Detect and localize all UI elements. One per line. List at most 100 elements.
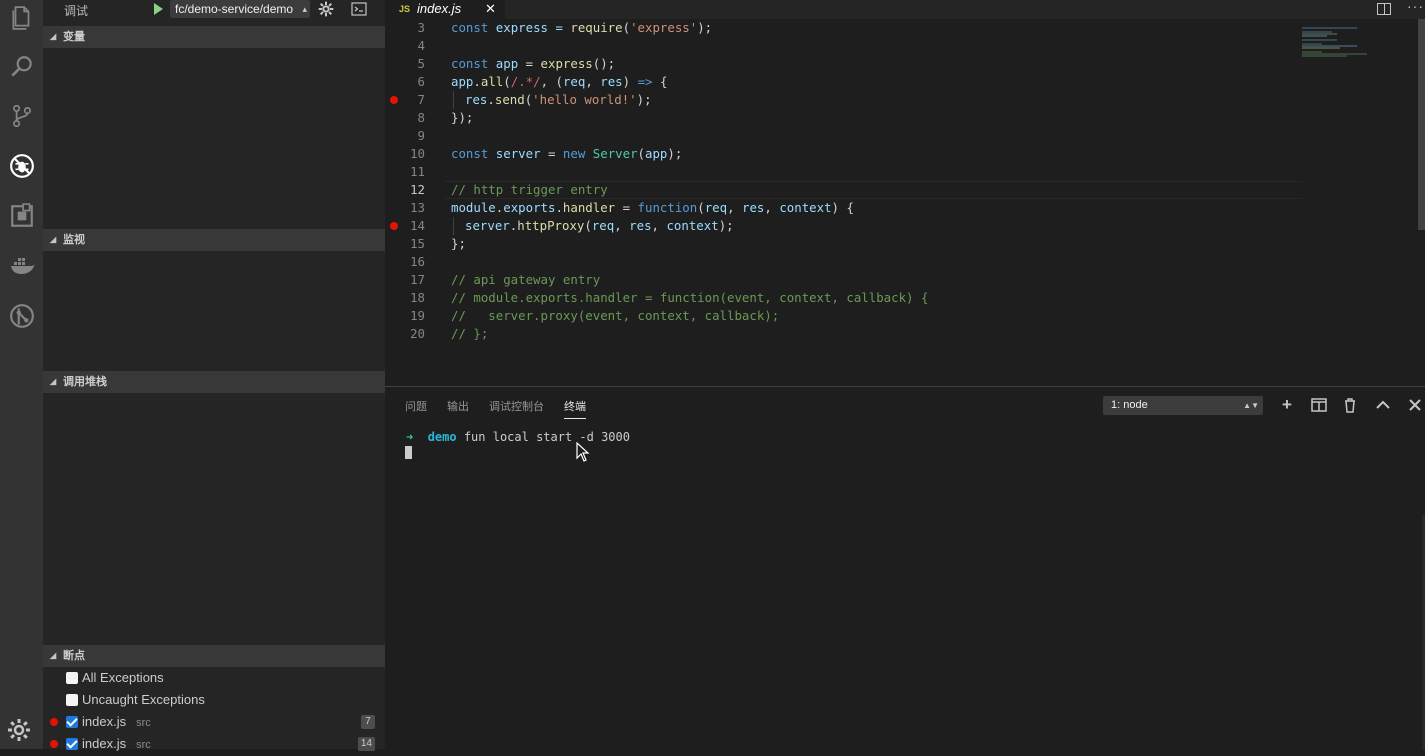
code-line: // module.exports.handler = function(eve… [451, 290, 929, 305]
tab-problems[interactable]: 问题 [405, 398, 427, 414]
line-number: 4 [417, 38, 425, 53]
breakpoint-filename: index.js [82, 714, 127, 729]
code-line: // }; [451, 326, 489, 341]
source-control-icon[interactable] [6, 100, 37, 131]
settings-gear-icon[interactable] [7, 718, 31, 742]
code-line: const server = new Server(app); [451, 146, 683, 161]
breakpoint-path: src [136, 739, 151, 751]
collapse-arrow-icon: ◢ [50, 651, 57, 660]
line-number: 11 [410, 164, 425, 179]
minimap[interactable] [1302, 27, 1412, 67]
line-number: 18 [410, 290, 425, 305]
breakpoint-item[interactable]: index.js src 7 [43, 711, 385, 733]
breakpoint-checkbox[interactable] [66, 738, 78, 750]
debug-sidebar: 调试 fc/demo-service/demo ▴ ◢ 变量 ◢ 监视 ◢ 调用… [43, 0, 385, 751]
code-editor[interactable]: const express = require('express'); cons… [385, 19, 1425, 384]
breakpoint-file: index.js src [82, 711, 151, 734]
code-line: server.httpProxy(req, res, context); [385, 217, 1425, 235]
mouse-pointer-icon [576, 442, 590, 462]
line-number: 13 [410, 200, 425, 215]
close-panel-icon[interactable] [1406, 396, 1424, 414]
breakpoint-line-badge: 7 [361, 715, 375, 729]
tab-label: index.js [417, 1, 462, 16]
watch-section-header[interactable]: ◢ 监视 [43, 229, 385, 251]
line-number: 9 [417, 128, 425, 143]
section-title: 调用堆栈 [63, 376, 107, 388]
call-stack-section-header[interactable]: ◢ 调用堆栈 [43, 371, 385, 393]
maximize-panel-icon[interactable] [1374, 396, 1392, 414]
collapse-arrow-icon: ◢ [50, 377, 57, 386]
terminal-command: fun local start -d 3000 [456, 430, 630, 444]
uncaught-exceptions-checkbox[interactable] [66, 694, 78, 706]
breakpoint-all-exceptions: All Exceptions [43, 667, 385, 689]
breakpoint-label: All Exceptions [82, 670, 164, 685]
line-number: 10 [410, 146, 425, 161]
line-number: 20 [410, 326, 425, 341]
breakpoint-item[interactable]: index.js src 14 [43, 733, 385, 755]
indent-guide [453, 217, 454, 235]
active-tab-underline [564, 418, 586, 419]
extensions-icon[interactable] [6, 200, 37, 231]
section-title: 变量 [63, 31, 85, 43]
tab-index-js[interactable]: JS index.js ✕ [385, 0, 505, 19]
line-number: 5 [417, 56, 425, 71]
activity-bar [0, 0, 43, 749]
breakpoint-dot-icon[interactable] [390, 96, 398, 104]
section-title: 监视 [63, 234, 85, 246]
code-line: // server.proxy(event, context, callback… [451, 308, 780, 323]
debug-console-icon[interactable] [351, 2, 367, 16]
close-icon[interactable]: ✕ [485, 1, 496, 17]
line-number: 3 [417, 20, 425, 35]
split-terminal-icon[interactable] [1310, 396, 1328, 414]
breakpoints-section-header[interactable]: ◢ 断点 [43, 645, 385, 667]
debug-config-select[interactable]: fc/demo-service/demo ▴ [170, 0, 310, 18]
variables-section-header[interactable]: ◢ 变量 [43, 26, 385, 48]
breakpoint-checkbox[interactable] [66, 716, 78, 728]
editor-scrollbar[interactable] [1418, 19, 1425, 230]
terminal-cursor [405, 446, 412, 459]
debug-icon[interactable] [6, 150, 37, 181]
line-number: 12 [410, 182, 425, 197]
breakpoint-label: Uncaught Exceptions [82, 692, 205, 707]
breakpoint-uncaught-exceptions: Uncaught Exceptions [43, 689, 385, 711]
code-line: app.all(/.*/, (req, res) => { [451, 74, 668, 89]
terminal-select[interactable]: 1: node ▲▼ [1103, 396, 1263, 415]
code-line: }); [451, 110, 474, 125]
search-icon[interactable] [6, 51, 37, 82]
code-line: // api gateway entry [451, 272, 601, 287]
collapse-arrow-icon: ◢ [50, 235, 57, 244]
more-actions-icon[interactable]: ··· [1407, 0, 1424, 14]
tab-terminal[interactable]: 终端 [564, 398, 586, 414]
prompt-arrow-icon: ➜ [406, 430, 414, 444]
code-line: // http trigger entry [451, 182, 608, 197]
terminal-select-value: 1: node [1111, 399, 1148, 411]
split-editor-icon[interactable] [1377, 3, 1391, 15]
debug-settings-gear-icon[interactable] [318, 1, 334, 17]
explorer-icon[interactable] [6, 2, 37, 33]
bottom-panel: 问题 输出 调试控制台 终端 1: node ▲▼ + ➜ demo fun l… [385, 386, 1425, 750]
breakpoint-file: index.js src [82, 733, 151, 756]
editor-tab-bar: JS index.js ✕ ··· [385, 0, 1425, 19]
terminal-prompt-line: ➜ demo fun local start -d 3000 [406, 430, 630, 444]
indent-guide [453, 91, 454, 109]
line-number: 6 [417, 74, 425, 89]
js-file-icon: JS [399, 4, 411, 14]
trash-icon[interactable] [1341, 396, 1359, 414]
docker-icon[interactable] [6, 250, 37, 281]
tab-debug-console[interactable]: 调试控制台 [489, 398, 544, 414]
tab-output[interactable]: 输出 [447, 398, 469, 414]
start-debugging-icon[interactable] [151, 0, 165, 18]
section-title: 断点 [63, 650, 85, 662]
new-terminal-icon[interactable]: + [1278, 396, 1296, 414]
all-exceptions-checkbox[interactable] [66, 672, 78, 684]
code-line: const app = express(); [451, 56, 616, 71]
code-line: module.exports.handler = function(req, r… [451, 200, 854, 215]
breakpoint-dot-icon[interactable] [390, 222, 398, 230]
gitlens-icon[interactable] [6, 300, 37, 331]
debug-title: 调试 [64, 4, 89, 18]
code-line: }; [451, 236, 466, 251]
debug-config-value: fc/demo-service/demo [175, 2, 294, 16]
line-number: 17 [410, 272, 425, 287]
collapse-arrow-icon: ◢ [50, 32, 57, 41]
line-number: 16 [410, 254, 425, 269]
